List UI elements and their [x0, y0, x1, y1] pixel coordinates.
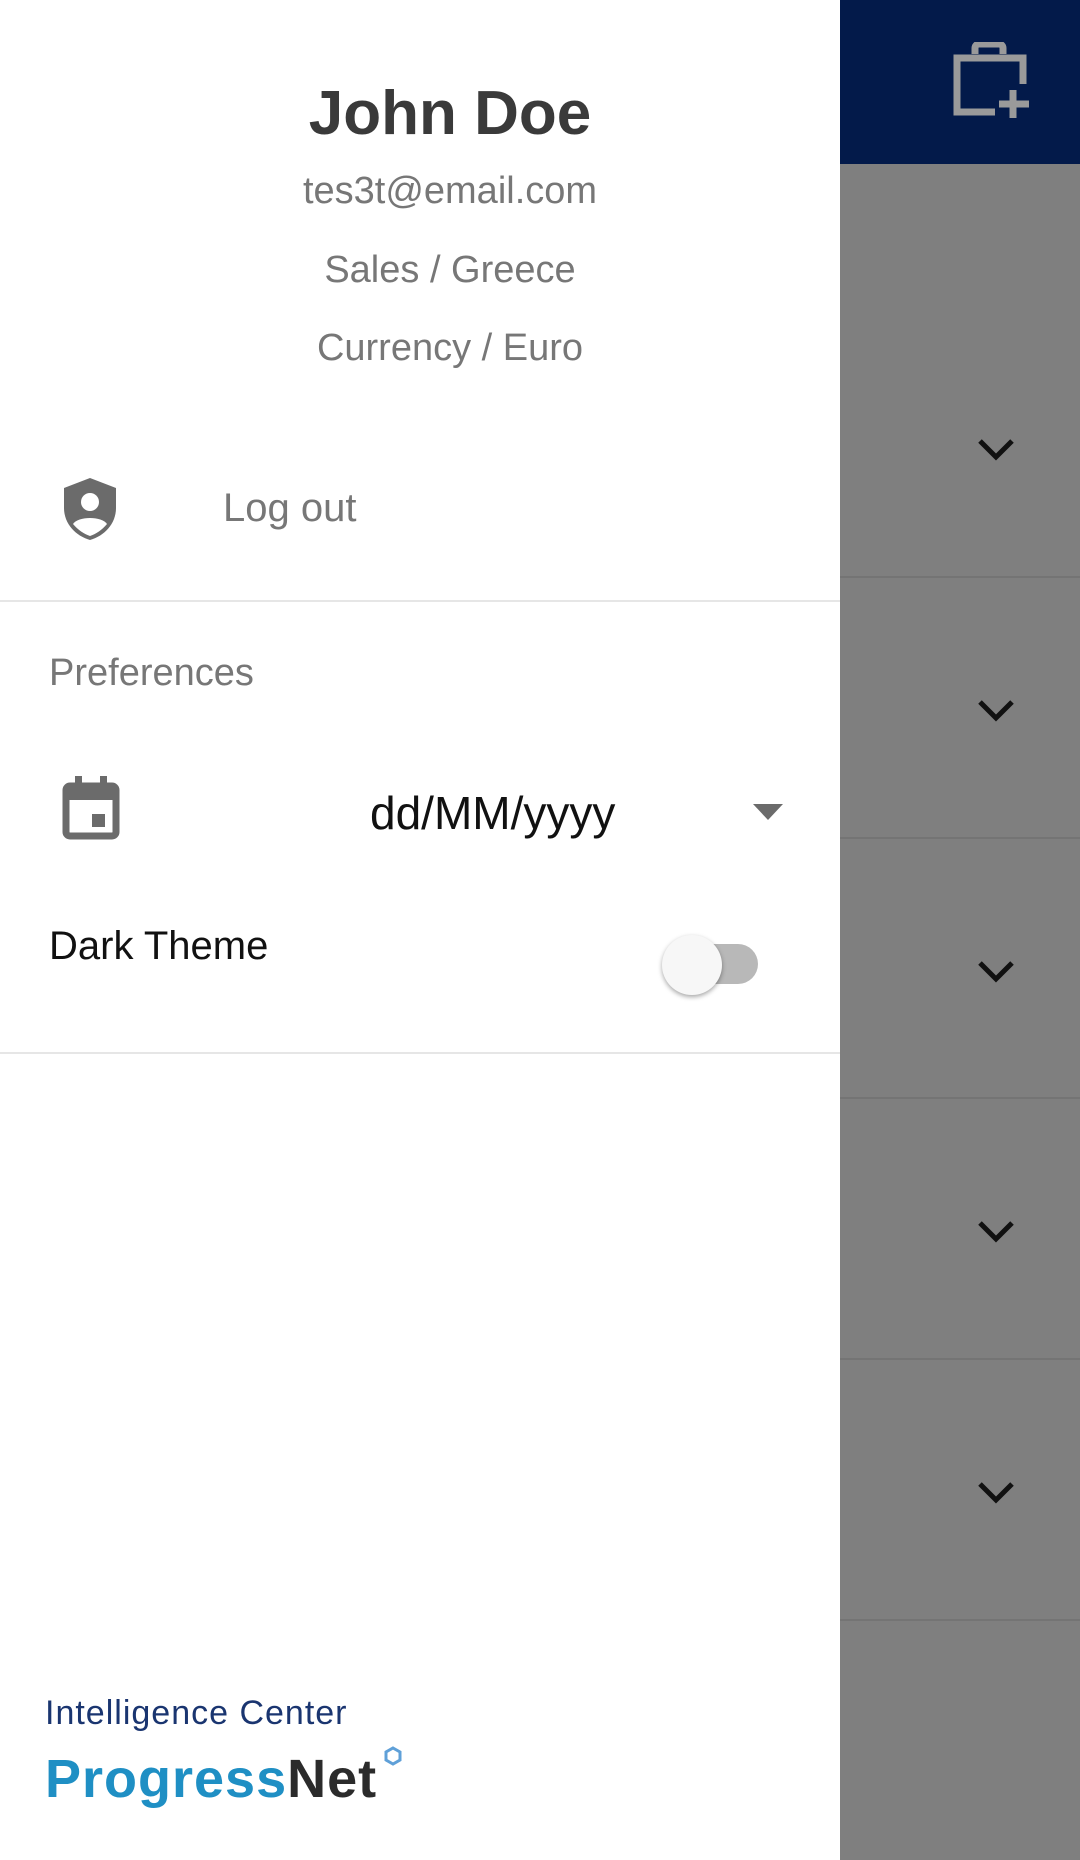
logout-button[interactable]: Log out [0, 450, 840, 570]
date-format-select[interactable]: dd/MM/yyyy [340, 780, 800, 846]
list-item[interactable] [840, 1360, 1080, 1621]
dark-theme-label: Dark Theme [49, 924, 269, 968]
divider [0, 600, 840, 602]
list-item[interactable] [840, 578, 1080, 839]
date-format-value: dd/MM/yyyy [370, 787, 616, 839]
logout-label: Log out [223, 486, 357, 530]
calendar-icon [62, 776, 120, 840]
progressnet-logo: ProgressNet [45, 1746, 405, 1810]
briefcase-plus-icon[interactable] [953, 42, 1033, 120]
user-department: Sales / Greece [324, 249, 576, 291]
preferences-heading: Preferences [49, 652, 254, 694]
navigation-drawer: John Doe tes3t@email.com Sales / Greece … [0, 0, 840, 1860]
chevron-down-icon[interactable] [976, 437, 1016, 461]
chevron-down-icon[interactable] [976, 1219, 1016, 1243]
divider [0, 1052, 840, 1054]
user-email: tes3t@email.com [302, 170, 598, 212]
chevron-down-icon[interactable] [976, 698, 1016, 722]
chevron-down-icon[interactable] [976, 959, 1016, 983]
app-header [840, 0, 1080, 164]
toggle-knob[interactable] [662, 935, 722, 995]
shield-account-icon [64, 478, 116, 540]
hexagon-icon [384, 1746, 402, 1766]
dropdown-arrow-icon [753, 804, 783, 820]
chevron-down-icon[interactable] [976, 1480, 1016, 1504]
list-item[interactable] [840, 1099, 1080, 1360]
list-item[interactable] [840, 839, 1080, 1099]
user-currency: Currency / Euro [316, 327, 584, 369]
user-name: John Doe [308, 79, 592, 148]
list-item[interactable] [840, 164, 1080, 578]
footer-tagline: Intelligence Center [45, 1694, 348, 1732]
